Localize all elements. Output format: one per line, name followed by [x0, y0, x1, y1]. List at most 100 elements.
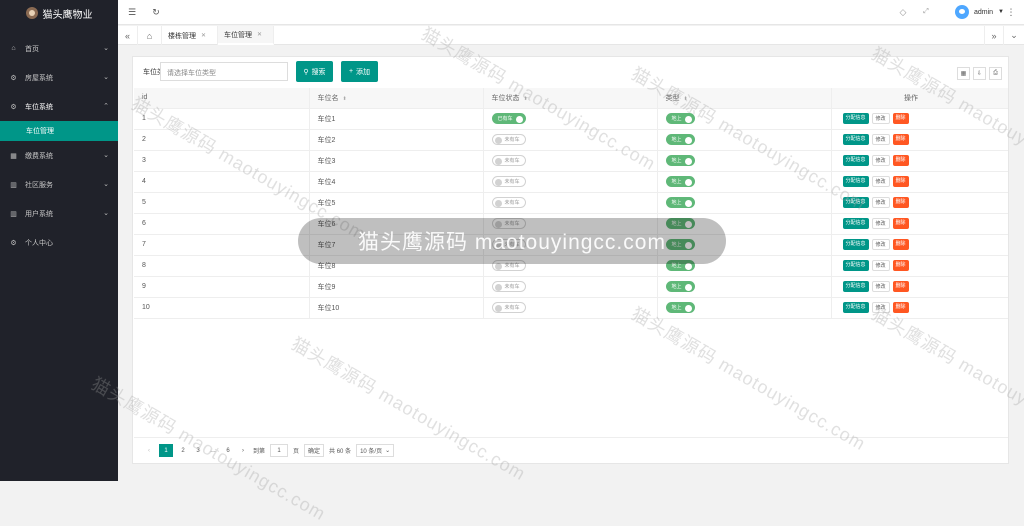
delete-button[interactable]: 删除 [892, 197, 909, 208]
theme-icon[interactable]: ◇ [898, 7, 908, 17]
switch-knob [515, 116, 523, 123]
sort-icon[interactable]: ⬍ [343, 96, 347, 102]
page-size-select[interactable]: 10 条/页 ⌄ [356, 444, 395, 457]
assign-button[interactable]: 分配信息 [842, 302, 869, 313]
tab-building[interactable]: 楼栋管理 ✕ [162, 26, 218, 45]
next-page-icon[interactable]: › [238, 444, 248, 457]
delete-button[interactable]: 删除 [892, 281, 909, 292]
delete-button[interactable]: 删除 [892, 239, 909, 250]
table-row: 3 车位3 未有车 地上 分配信息 修改 删除 [134, 150, 1008, 172]
type-switch[interactable]: 地上 [665, 281, 695, 292]
delete-button[interactable]: 删除 [892, 176, 909, 187]
app-logo[interactable]: 猫头鹰物业 [0, 0, 118, 26]
assign-button[interactable]: 分配信息 [842, 155, 869, 166]
page-1[interactable]: 1 [159, 444, 173, 457]
column-header-type[interactable]: 类型 ⬍ [656, 88, 831, 109]
assign-button[interactable]: 分配信息 [842, 134, 869, 145]
sidebar-subitem-parking-manage[interactable]: 车位管理 [0, 121, 118, 141]
column-label: 类型 [665, 94, 680, 102]
delete-button[interactable]: 删除 [892, 260, 909, 271]
sort-icon[interactable]: ⬍ [684, 96, 688, 102]
page-6[interactable]: 6 [223, 444, 233, 457]
add-button[interactable]: + 添加 [341, 61, 378, 82]
edit-button[interactable]: 修改 [871, 302, 890, 313]
type-switch[interactable]: 地上 [665, 302, 695, 313]
more-vertical-icon[interactable]: ⋮ [1006, 7, 1016, 17]
close-icon[interactable]: ✕ [201, 32, 206, 39]
delete-button[interactable]: 删除 [892, 134, 909, 145]
page-3[interactable]: 3 [193, 444, 203, 457]
tab-parking[interactable]: 车位管理 ✕ [218, 26, 274, 45]
type-switch[interactable]: 地上 [665, 134, 695, 145]
tabs-dropdown-icon[interactable]: ⌄ [1004, 26, 1024, 45]
edit-button[interactable]: 修改 [871, 155, 890, 166]
cell-ops: 分配信息 修改 删除 [830, 108, 1008, 130]
home-tab-icon[interactable]: ⌂ [138, 26, 162, 45]
assign-button[interactable]: 分配信息 [842, 281, 869, 292]
fullscreen-icon[interactable]: ⤢ [921, 7, 931, 17]
status-switch[interactable]: 未有车 [491, 155, 526, 166]
column-label: 车位状态 [491, 94, 520, 102]
sidebar-item-payment[interactable]: ▦ 缴费系统 ⌄ [0, 141, 118, 170]
assign-button[interactable]: 分配信息 [842, 197, 869, 208]
assign-button[interactable]: 分配信息 [842, 239, 869, 250]
edit-button[interactable]: 修改 [871, 176, 890, 187]
page-2[interactable]: 2 [178, 444, 188, 457]
cell-id: 4 [134, 171, 309, 193]
delete-button[interactable]: 删除 [892, 218, 909, 229]
column-header-status[interactable]: 车位状态 ⬍ [482, 88, 657, 109]
status-switch[interactable]: 未有车 [491, 176, 526, 187]
parking-type-select[interactable]: 请选择车位类型 ⌄ [160, 62, 288, 81]
assign-button[interactable]: 分配信息 [842, 176, 869, 187]
assign-button[interactable]: 分配信息 [842, 113, 869, 124]
switch-knob [494, 263, 502, 270]
delete-button[interactable]: 删除 [892, 113, 909, 124]
delete-button[interactable]: 删除 [892, 155, 909, 166]
search-icon: ⚲ [303, 68, 309, 76]
tabs-scroll-left-icon[interactable]: « [118, 26, 138, 45]
sidebar-item-house[interactable]: ⚙ 房屋系统 ⌄ [0, 63, 118, 92]
close-icon[interactable]: ✕ [257, 31, 262, 38]
export-icon[interactable]: ⇩ [973, 67, 986, 80]
print-icon[interactable]: ⎙ [989, 67, 1002, 80]
sidebar-item-profile[interactable]: ⚙ 个人中心 [0, 228, 118, 257]
edit-button[interactable]: 修改 [871, 113, 890, 124]
edit-button[interactable]: 修改 [871, 218, 890, 229]
edit-button[interactable]: 修改 [871, 197, 890, 208]
status-switch[interactable]: 未有车 [491, 302, 526, 313]
assign-button[interactable]: 分配信息 [842, 218, 869, 229]
search-button[interactable]: ⚲ 搜索 [296, 61, 333, 82]
gear-icon: ⚙ [10, 239, 17, 247]
delete-button[interactable]: 删除 [892, 302, 909, 313]
status-switch[interactable]: 未有车 [491, 197, 526, 208]
column-label: 操作 [904, 94, 918, 102]
sort-icon[interactable]: ⬍ [524, 96, 528, 102]
edit-button[interactable]: 修改 [871, 134, 890, 145]
type-switch[interactable]: 地上 [665, 197, 695, 208]
status-switch[interactable]: 未有车 [491, 281, 526, 292]
goto-confirm-button[interactable]: 确定 [304, 444, 325, 457]
sidebar-item-home[interactable]: ⌂ 首页 ⌄ [0, 34, 118, 63]
status-switch[interactable]: 未有车 [491, 134, 526, 145]
refresh-icon[interactable]: ↻ [151, 7, 161, 17]
type-switch[interactable]: 地上 [665, 113, 695, 124]
sidebar-item-community[interactable]: ▥ 社区服务 ⌄ [0, 170, 118, 199]
goto-page-input[interactable]: 1 [270, 444, 289, 457]
type-switch[interactable]: 地上 [665, 155, 695, 166]
column-header-id[interactable]: id [134, 88, 309, 109]
user-menu[interactable]: admin ▼ [954, 5, 1004, 19]
edit-button[interactable]: 修改 [871, 281, 890, 292]
sidebar-item-users[interactable]: ▥ 用户系统 ⌄ [0, 199, 118, 228]
type-switch[interactable]: 地上 [665, 176, 695, 187]
goto-label: 到第 [253, 449, 266, 455]
status-switch[interactable]: 已有车 [491, 113, 526, 124]
columns-filter-icon[interactable]: ▦ [957, 67, 970, 80]
column-header-name[interactable]: 车位名 ⬍ [308, 88, 483, 109]
edit-button[interactable]: 修改 [871, 260, 890, 271]
prev-page-icon[interactable]: ‹ [144, 444, 154, 457]
sidebar-item-parking[interactable]: ⚙ 车位系统 ⌃ [0, 92, 118, 121]
edit-button[interactable]: 修改 [871, 239, 890, 250]
tabs-scroll-right-icon[interactable]: » [984, 26, 1004, 45]
assign-button[interactable]: 分配信息 [842, 260, 869, 271]
menu-toggle-icon[interactable]: ☰ [127, 7, 137, 17]
